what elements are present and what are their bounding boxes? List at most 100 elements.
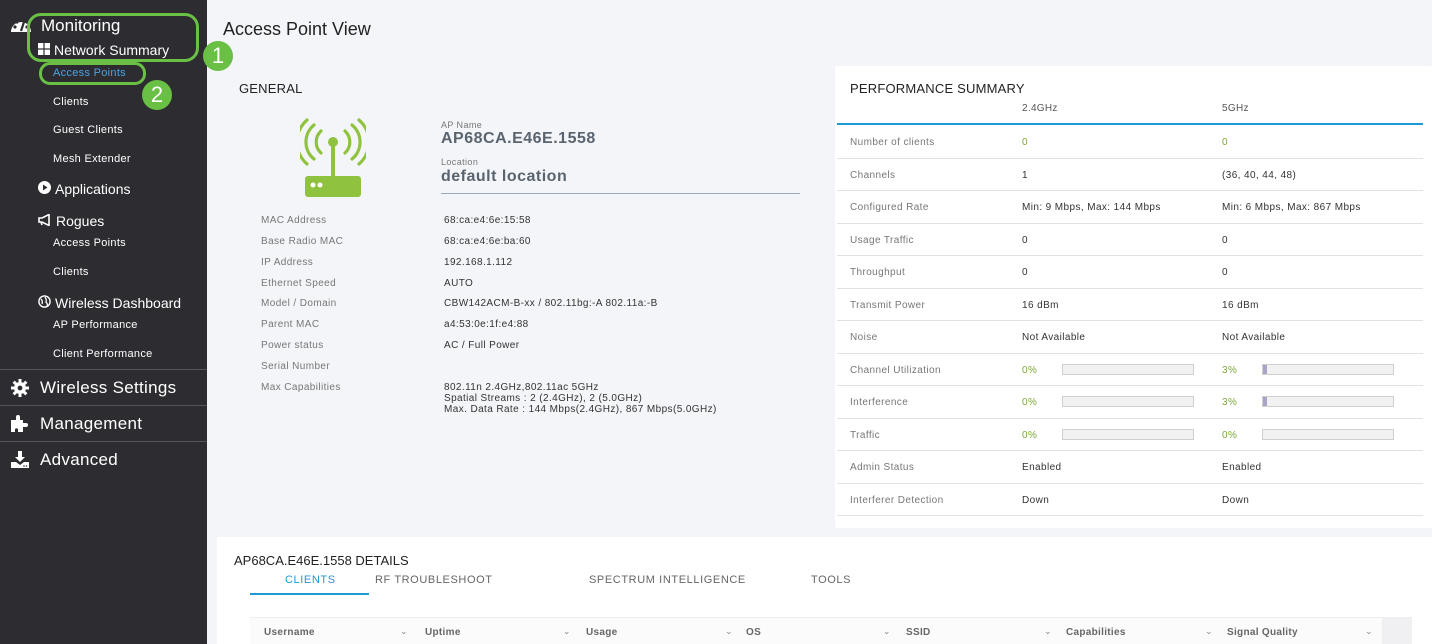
clients-table-header: Username ⌄ Uptime ⌄ Usage ⌄ OS ⌄ SSID ⌄ …: [250, 617, 1412, 644]
value-2-4ghz: 16 dBm: [1022, 299, 1059, 311]
nav-applications[interactable]: Applications: [38, 181, 131, 197]
value-5ghz: 0: [1222, 137, 1228, 148]
access-point-icon: [295, 118, 371, 203]
row-key: Throughput: [850, 267, 906, 278]
progress-bar-5ghz: [1262, 428, 1394, 440]
row-key: IP Address: [261, 257, 314, 268]
row-key: Interference: [850, 397, 909, 408]
nav-wireless-settings[interactable]: Wireless Settings: [0, 369, 207, 405]
general-row-model-domain: Model / Domain CBW142ACM-B-xx / 802.11bg…: [261, 298, 658, 309]
column-ssid[interactable]: SSID: [906, 627, 931, 638]
column-username[interactable]: Username: [264, 627, 315, 638]
row-key: Base Radio MAC: [261, 236, 344, 247]
general-row-base-radio-mac: Base Radio MAC 68:ca:e4:6e:ba:60: [261, 236, 531, 247]
value-2-4ghz: Down: [1022, 494, 1050, 506]
megaphone-icon: [38, 213, 52, 229]
column-usage[interactable]: Usage: [586, 627, 618, 638]
nav-management-label: Management: [40, 413, 143, 433]
nav-wireless-dashboard[interactable]: Wireless Dashboard: [38, 295, 181, 311]
value-5ghz: 3%: [1222, 397, 1238, 408]
general-row-parent-mac: Parent MAC a4:53:0e:1f:e4:88: [261, 319, 529, 330]
value-2-4ghz: 0%: [1022, 429, 1038, 441]
column-signal-quality[interactable]: Signal Quality: [1227, 627, 1298, 638]
row-key: Transmit Power: [850, 299, 926, 311]
nav-client-performance[interactable]: Client Performance: [53, 348, 153, 360]
tab-spectrum-intelligence[interactable]: SPECTRUM INTELLIGENCE: [589, 574, 746, 586]
nav-wireless-dashboard-label: Wireless Dashboard: [55, 295, 182, 311]
tab-clients[interactable]: CLIENTS: [285, 574, 336, 586]
performance-row: Interference 0% 3%: [837, 386, 1423, 419]
value-2-4ghz: Min: 9 Mbps, Max: 144 Mbps: [1022, 202, 1161, 213]
performance-summary-panel: PERFORMANCE SUMMARY 2.4GHz 5GHz Number o…: [835, 66, 1432, 528]
column-header-5ghz: 5GHz: [1222, 103, 1249, 114]
page-title: Access Point View: [223, 19, 371, 39]
value-5ghz: 16 dBm: [1222, 299, 1259, 311]
chevron-down-icon[interactable]: ⌄: [883, 626, 891, 637]
nav-advanced-label: Advanced: [40, 449, 119, 469]
value-2-4ghz: 0: [1022, 267, 1028, 278]
row-key: Traffic: [850, 429, 881, 441]
performance-row: Usage Traffic 0 0: [837, 224, 1423, 256]
nav-ap-performance[interactable]: AP Performance: [53, 319, 138, 331]
row-value: CBW142ACM-B-xx / 802.11bg:-A 802.11a:-B: [444, 298, 658, 309]
nav-applications-label: Applications: [55, 181, 131, 197]
row-key: Model / Domain: [261, 298, 337, 309]
general-row-mac: MAC Address 68:ca:e4:6e:15:58: [261, 215, 531, 226]
column-header-2-4ghz: 2.4GHz: [1022, 103, 1058, 114]
progress-bar-5ghz: [1262, 363, 1394, 375]
row-key: Admin Status: [850, 462, 915, 473]
performance-row: Traffic 0% 0%: [837, 419, 1423, 451]
nav-clients[interactable]: Clients: [53, 96, 89, 108]
value-2-4ghz: Enabled: [1022, 462, 1062, 473]
chevron-down-icon[interactable]: ⌄: [563, 626, 571, 637]
play-circle-icon: [38, 181, 51, 197]
progress-bar-2-4ghz: [1062, 428, 1194, 440]
nav-rogue-access-points[interactable]: Access Points: [53, 237, 126, 249]
general-row-ip: IP Address 192.168.1.112: [261, 257, 512, 268]
tab-tools[interactable]: TOOLS: [811, 574, 851, 586]
row-key: Configured Rate: [850, 202, 929, 213]
globe-icon: [38, 295, 51, 311]
location-value: default location: [441, 168, 568, 185]
nav-management[interactable]: Management: [0, 405, 207, 441]
column-os[interactable]: OS: [746, 627, 761, 638]
value-2-4ghz: 0: [1022, 137, 1028, 148]
value-5ghz: Not Available: [1222, 332, 1286, 343]
performance-row: Channel Utilization 0% 3%: [837, 354, 1423, 386]
chevron-down-icon[interactable]: ⌄: [725, 626, 733, 637]
chevron-down-icon[interactable]: ⌄: [400, 626, 408, 637]
nav-rogues-label: Rogues: [56, 213, 105, 229]
progress-bar-5ghz: [1262, 396, 1394, 407]
nav-guest-clients[interactable]: Guest Clients: [53, 124, 123, 136]
row-key: Parent MAC: [261, 319, 320, 330]
header-divider: [837, 123, 1423, 125]
nav-mesh-extender[interactable]: Mesh Extender: [53, 153, 131, 165]
puzzle-icon: [0, 414, 40, 433]
value-line: 802.11n 2.4GHz,802.11ac 5GHz: [444, 382, 599, 393]
general-row-serial-number: Serial Number: [261, 361, 444, 372]
performance-row: Channels 1 (36, 40, 44, 48): [837, 159, 1423, 191]
callout-number-1: 1: [203, 41, 233, 71]
nav-advanced[interactable]: Advanced: [0, 441, 207, 477]
row-key: MAC Address: [261, 215, 327, 226]
chevron-down-icon[interactable]: ⌄: [1365, 626, 1373, 637]
row-value: 68:ca:e4:6e:15:58: [444, 215, 531, 226]
value-2-4ghz: 0%: [1022, 397, 1038, 408]
tab-rf-troubleshoot[interactable]: RF TROUBLESHOOT: [375, 574, 493, 586]
divider: [441, 193, 800, 194]
chevron-down-icon[interactable]: ⌄: [1205, 626, 1213, 637]
value-5ghz: 3%: [1222, 364, 1238, 376]
column-uptime[interactable]: Uptime: [425, 627, 461, 638]
nav-rogues[interactable]: Rogues: [38, 213, 104, 229]
value-5ghz: 0: [1222, 267, 1228, 278]
performance-row: Number of clients 0 0: [837, 126, 1423, 159]
column-capabilities[interactable]: Capabilities: [1066, 627, 1126, 638]
column-settings-cell: [1382, 618, 1412, 644]
chevron-down-icon[interactable]: ⌄: [1044, 626, 1052, 637]
general-row-max-capabilities: Max Capabilities 802.11n 2.4GHz,802.11ac…: [261, 382, 717, 415]
download-icon: [0, 450, 40, 469]
callout-number-2: 2: [142, 80, 172, 110]
nav-rogue-clients[interactable]: Clients: [53, 266, 89, 278]
row-key: Channel Utilization: [850, 364, 941, 376]
row-key: Channels: [850, 169, 896, 181]
